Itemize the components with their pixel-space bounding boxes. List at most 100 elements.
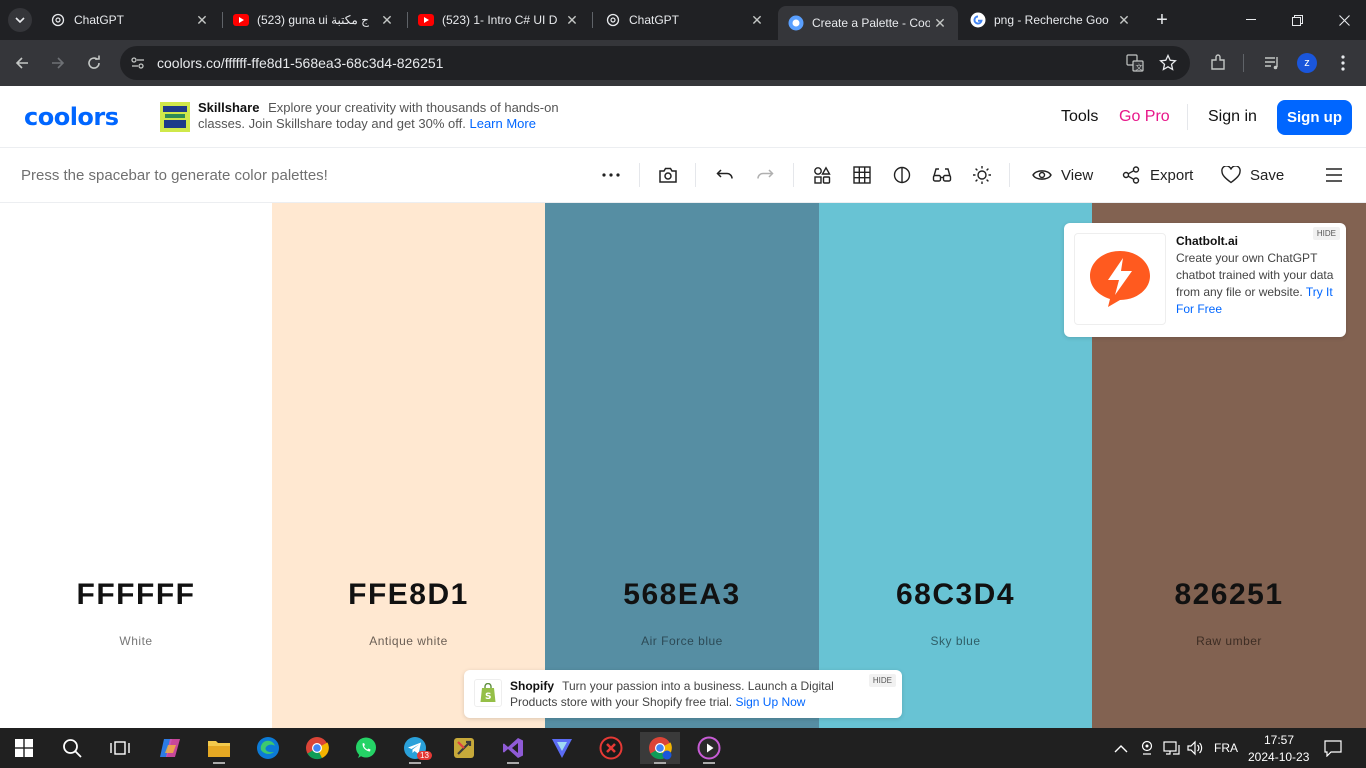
reload-button[interactable] [79,48,109,78]
clock-date[interactable]: 2024-10-23 [1248,750,1309,764]
close-icon[interactable]: ✕ [377,10,397,30]
chrome-profile-icon[interactable] [640,732,680,764]
sign-up-button[interactable]: Sign up [1277,100,1352,135]
translate-icon[interactable]: 文 [1126,54,1144,77]
forward-button[interactable] [43,48,73,78]
shopify-ad[interactable]: S Shopify Turn your passion into a busin… [464,670,902,718]
address-bar[interactable]: coolors.co/ffffff-ffe8d1-568ea3-68c3d4-8… [120,46,1190,80]
hex-code[interactable]: 826251 [1092,578,1366,612]
ad-learn-more-link[interactable]: Learn More [469,116,535,131]
browser-menu-icon[interactable] [1328,48,1358,78]
file-explorer-icon[interactable] [199,732,239,764]
tab-chatgpt-1[interactable]: ChatGPT ✕ [40,0,220,40]
network-icon[interactable] [1163,740,1181,761]
tab-chatgpt-2[interactable]: ChatGPT ✕ [595,0,775,40]
telegram-icon[interactable]: 13 [395,732,435,764]
tab-title: png - Recherche Goo [994,13,1109,27]
color-swatch-4[interactable]: 68C3D4 Sky blue [819,203,1092,728]
close-icon[interactable]: ✕ [747,10,767,30]
sign-in-link[interactable]: Sign in [1208,108,1257,126]
tab-youtube-1[interactable]: (523) guna ui ج مكتبة ✕ [223,0,405,40]
glasses-icon[interactable] [929,162,955,188]
view-button[interactable]: View [1061,167,1093,184]
tools-app-icon[interactable] [444,732,484,764]
color-swatch-1[interactable]: FFFFFF White [0,203,272,728]
hex-code[interactable]: 68C3D4 [819,578,1092,612]
heart-icon[interactable] [1218,162,1244,188]
language-indicator[interactable]: FRA [1214,741,1238,755]
grid-icon[interactable] [849,162,875,188]
back-button[interactable] [7,48,37,78]
hide-ad-button[interactable]: HIDE [868,674,896,687]
color-swatch-2[interactable]: FFE8D1 Antique white [272,203,545,728]
palette-toolbar: Press the spacebar to generate color pal… [0,148,1366,203]
shopify-logo-icon[interactable]: S [474,679,502,707]
tools-link[interactable]: Tools [1061,108,1098,126]
extensions-icon[interactable] [1203,48,1233,78]
go-pro-link[interactable]: Go Pro [1119,108,1170,126]
save-button[interactable]: Save [1250,167,1284,184]
whatsapp-icon[interactable] [346,732,386,764]
tab-coolors-active[interactable]: Create a Palette - Coo ✕ [778,6,958,40]
security-app-icon[interactable] [591,732,631,764]
sign-up-now-link[interactable]: Sign Up Now [735,695,805,709]
hex-code[interactable]: FFFFFF [0,578,272,612]
url-text[interactable]: coolors.co/ffffff-ffe8d1-568ea3-68c3d4-8… [157,55,443,71]
youtube-icon [418,12,434,28]
contrast-icon[interactable] [889,162,915,188]
minimize-button[interactable] [1230,0,1272,40]
tab-search-button[interactable] [8,8,32,32]
profile-avatar[interactable]: z [1292,48,1322,78]
color-swatch-3[interactable]: 568EA3 Air Force blue [545,203,819,728]
hamburger-menu-icon[interactable] [1321,162,1347,188]
chevron-up-icon[interactable] [1114,741,1128,759]
restore-button[interactable] [1276,0,1318,40]
chrome-icon[interactable] [297,732,337,764]
svg-text:文: 文 [1136,63,1143,72]
close-icon[interactable]: ✕ [192,10,212,30]
clock-time[interactable]: 17:57 [1264,733,1294,747]
skillshare-ad[interactable]: Skillshare Explore your creativity with … [198,100,568,132]
export-button[interactable]: Export [1150,167,1193,184]
coolors-logo[interactable]: coolors [24,103,119,131]
redo-icon[interactable] [752,162,778,188]
view-eye-icon[interactable] [1029,162,1055,188]
media-control-icon[interactable] [1257,48,1287,78]
task-view-icon[interactable] [100,732,140,764]
chatbolt-logo-icon[interactable] [1074,233,1166,325]
hex-code[interactable]: FFE8D1 [272,578,545,612]
vpn-app-icon[interactable] [542,732,582,764]
new-tab-button[interactable]: + [1150,8,1174,32]
color-name: Air Force blue [641,634,723,648]
search-icon[interactable] [52,732,92,764]
bookmark-star-icon[interactable] [1159,53,1177,77]
close-icon[interactable]: ✕ [562,10,582,30]
notification-icon[interactable] [1324,740,1342,762]
edge-browser-icon[interactable] [248,732,288,764]
media-player-icon[interactable] [689,732,729,764]
close-icon[interactable]: ✕ [930,13,950,33]
volume-icon[interactable] [1186,740,1204,761]
camera-icon[interactable] [655,162,681,188]
tab-youtube-2[interactable]: (523) 1- Intro C# UI D ✕ [408,0,590,40]
windows-start-icon[interactable] [4,732,44,764]
shapes-icon[interactable] [809,162,835,188]
chatbolt-ad[interactable]: Chatbolt.ai Create your own ChatGPT chat… [1064,223,1346,337]
skillshare-ad-thumbnail[interactable] [160,102,190,132]
ad-title: Chatbolt.ai [1176,234,1238,248]
tab-google[interactable]: png - Recherche Goo ✕ [960,0,1142,40]
close-icon[interactable]: ✕ [1114,10,1134,30]
webcam-icon[interactable] [1140,740,1154,761]
undo-icon[interactable] [712,162,738,188]
copilot-icon[interactable] [150,732,190,764]
more-options-icon[interactable] [598,162,624,188]
browser-tab-strip: ChatGPT ✕ (523) guna ui ج مكتبة ✕ (523) … [0,0,1366,40]
brightness-icon[interactable] [969,162,995,188]
coolors-icon [788,15,804,31]
visual-studio-icon[interactable] [493,732,533,764]
site-info-icon[interactable] [130,55,146,76]
hex-code[interactable]: 568EA3 [545,578,819,612]
hide-ad-button[interactable]: HIDE [1312,227,1340,240]
export-share-icon[interactable] [1118,162,1144,188]
close-window-button[interactable] [1322,0,1366,40]
